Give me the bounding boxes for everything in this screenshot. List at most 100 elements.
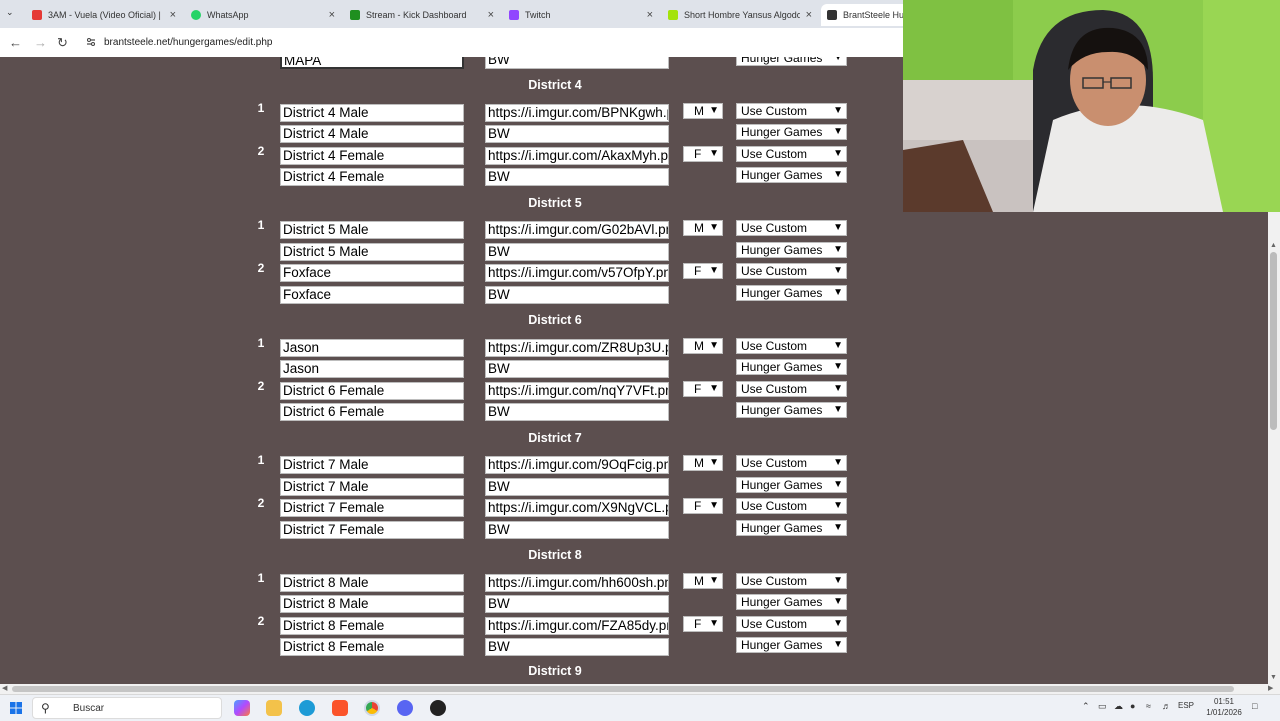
- image-mode-select[interactable]: Hunger Games ▼: [736, 57, 847, 66]
- tribute-image-input[interactable]: https://i.imgur.com/9OqFcig.png: [485, 456, 669, 474]
- image-mode-select[interactable]: Use Custom ▼: [736, 263, 847, 279]
- tribute-name-input[interactable]: District 4 Female: [280, 168, 464, 186]
- tribute-name-input[interactable]: District 5 Male: [280, 221, 464, 239]
- gender-select[interactable]: F ▼: [683, 615, 723, 632]
- tribute-name-input[interactable]: District 8 Male: [280, 573, 464, 592]
- reload-icon[interactable]: ↻: [57, 35, 68, 51]
- tribute-name-input[interactable]: District 7 Male: [280, 456, 464, 474]
- url-field[interactable]: brantsteele.net/hungergames/edit.php: [104, 37, 272, 48]
- tribute-image-input[interactable]: https://i.imgur.com/BPNKgwh.png: [485, 103, 669, 122]
- tribute-image-input[interactable]: BW: [485, 360, 669, 378]
- tribute-name-input[interactable]: Jason: [280, 360, 464, 378]
- tribute-image-input[interactable]: BW: [485, 242, 669, 261]
- tribute-image-input[interactable]: BW: [485, 638, 669, 656]
- image-mode-select[interactable]: Hunger Games ▼: [736, 167, 847, 183]
- image-mode-select[interactable]: Hunger Games ▼: [736, 124, 847, 140]
- name-input[interactable]: MAPA: [280, 57, 464, 69]
- windows-start-icon[interactable]: [10, 702, 22, 714]
- image-input[interactable]: BW: [485, 57, 669, 69]
- image-mode-select[interactable]: Use Custom ▼: [736, 572, 847, 589]
- tribute-name-input[interactable]: District 8 Female: [280, 638, 464, 656]
- gender-select[interactable]: M ▼: [683, 572, 723, 589]
- image-mode-select[interactable]: Hunger Games ▼: [736, 402, 847, 418]
- image-mode-select[interactable]: Use Custom ▼: [736, 615, 847, 632]
- tribute-name-input[interactable]: District 4 Male: [280, 103, 464, 122]
- notification-icon[interactable]: □: [1252, 701, 1257, 711]
- browser-tab-brantsteele[interactable]: BrantSteele Hung: [821, 4, 911, 26]
- taskbar-search-box[interactable]: ⚲ Buscar: [32, 697, 222, 719]
- site-info-icon[interactable]: [86, 37, 96, 47]
- clock-date[interactable]: 1/01/2026: [1202, 708, 1246, 717]
- close-icon[interactable]: ×: [806, 9, 812, 21]
- scroll-right-icon[interactable]: ▶: [1268, 684, 1273, 692]
- browser-tab-short[interactable]: Short Hombre Yansus Algodon ×: [662, 4, 818, 26]
- chrome-icon[interactable]: [364, 700, 380, 716]
- image-mode-select[interactable]: Use Custom ▼: [736, 455, 847, 471]
- tribute-image-input[interactable]: https://i.imgur.com/ZR8Up3U.png: [485, 338, 669, 357]
- image-mode-select[interactable]: Use Custom ▼: [736, 337, 847, 354]
- browser-tab-kick[interactable]: Stream - Kick Dashboard ×: [344, 4, 500, 26]
- image-mode-select[interactable]: Hunger Games ▼: [736, 594, 847, 610]
- gender-select[interactable]: F ▼: [683, 263, 723, 279]
- tab-search-chevron-icon[interactable]: ⌄: [6, 7, 14, 18]
- gender-select[interactable]: F ▼: [683, 145, 723, 162]
- language-indicator[interactable]: ESP: [1178, 701, 1194, 710]
- browser-tab-twitch[interactable]: Twitch ×: [503, 4, 659, 26]
- vertical-scrollbar[interactable]: ▲ ▼: [1268, 212, 1280, 684]
- image-mode-select[interactable]: Use Custom ▼: [736, 102, 847, 119]
- image-mode-select[interactable]: Use Custom ▼: [736, 380, 847, 397]
- tribute-image-input[interactable]: BW: [485, 595, 669, 613]
- browser-tab-3am[interactable]: 3AM - Vuela (Video Oficial) | Re ×: [26, 4, 182, 26]
- tribute-image-input[interactable]: BW: [485, 477, 669, 496]
- tribute-name-input[interactable]: District 8 Male: [280, 595, 464, 613]
- tribute-image-input[interactable]: https://i.imgur.com/AkaxMyh.png: [485, 146, 669, 165]
- image-mode-select[interactable]: Hunger Games ▼: [736, 519, 847, 536]
- tribute-image-input[interactable]: BW: [485, 168, 669, 186]
- tribute-name-input[interactable]: District 6 Female: [280, 403, 464, 421]
- image-mode-select[interactable]: Use Custom ▼: [736, 145, 847, 162]
- image-mode-select[interactable]: Hunger Games ▼: [736, 284, 847, 301]
- clock-time[interactable]: 01:51: [1204, 697, 1244, 706]
- image-mode-select[interactable]: Hunger Games ▼: [736, 241, 847, 258]
- obs-icon[interactable]: [430, 700, 446, 716]
- tribute-image-input[interactable]: https://i.imgur.com/X9NgVCL.png: [485, 499, 669, 517]
- vertical-scroll-thumb[interactable]: [1270, 252, 1277, 430]
- brave-icon[interactable]: [332, 700, 348, 716]
- image-mode-select[interactable]: Use Custom ▼: [736, 498, 847, 514]
- horizontal-scroll-thumb[interactable]: [12, 686, 1234, 692]
- discord-icon[interactable]: [397, 700, 413, 716]
- image-mode-select[interactable]: Hunger Games ▼: [736, 637, 847, 653]
- tribute-name-input[interactable]: Foxface: [280, 285, 464, 304]
- tribute-image-input[interactable]: https://i.imgur.com/FZA85dy.png: [485, 616, 669, 635]
- tribute-name-input[interactable]: District 7 Male: [280, 477, 464, 496]
- tribute-name-input[interactable]: District 7 Female: [280, 520, 464, 539]
- gender-select[interactable]: M ▼: [683, 337, 723, 354]
- tribute-image-input[interactable]: https://i.imgur.com/v57OfpY.png: [485, 264, 669, 282]
- browser-tab-whatsapp[interactable]: WhatsApp ×: [185, 4, 341, 26]
- copilot-icon[interactable]: [234, 700, 250, 716]
- tribute-image-input[interactable]: BW: [485, 285, 669, 304]
- back-arrow-icon[interactable]: ←: [9, 35, 22, 50]
- gender-select[interactable]: F ▼: [683, 380, 723, 397]
- chevron-up-icon[interactable]: ⌃: [1082, 701, 1090, 712]
- close-icon[interactable]: ×: [647, 9, 653, 21]
- tribute-image-input[interactable]: https://i.imgur.com/hh600sh.png: [485, 573, 669, 592]
- tribute-name-input[interactable]: Foxface: [280, 264, 464, 282]
- close-icon[interactable]: ×: [488, 9, 494, 21]
- tribute-name-input[interactable]: Jason: [280, 338, 464, 357]
- close-icon[interactable]: ×: [329, 9, 335, 21]
- gender-select[interactable]: F ▼: [683, 498, 723, 514]
- scroll-left-icon[interactable]: ◀: [2, 684, 7, 692]
- close-icon[interactable]: ×: [170, 9, 176, 21]
- tribute-image-input[interactable]: BW: [485, 403, 669, 421]
- network-icon[interactable]: ☁: [1114, 701, 1123, 712]
- device-icon[interactable]: ▭: [1098, 701, 1107, 712]
- image-mode-select[interactable]: Hunger Games ▼: [736, 476, 847, 493]
- tribute-name-input[interactable]: District 5 Male: [280, 242, 464, 261]
- gender-select[interactable]: M ▼: [683, 102, 723, 119]
- image-mode-select[interactable]: Hunger Games ▼: [736, 359, 847, 375]
- microphone-icon[interactable]: ●: [1130, 701, 1135, 711]
- tribute-image-input[interactable]: BW: [485, 125, 669, 143]
- gender-select[interactable]: M ▼: [683, 455, 723, 471]
- scroll-down-icon[interactable]: ▼: [1270, 674, 1277, 681]
